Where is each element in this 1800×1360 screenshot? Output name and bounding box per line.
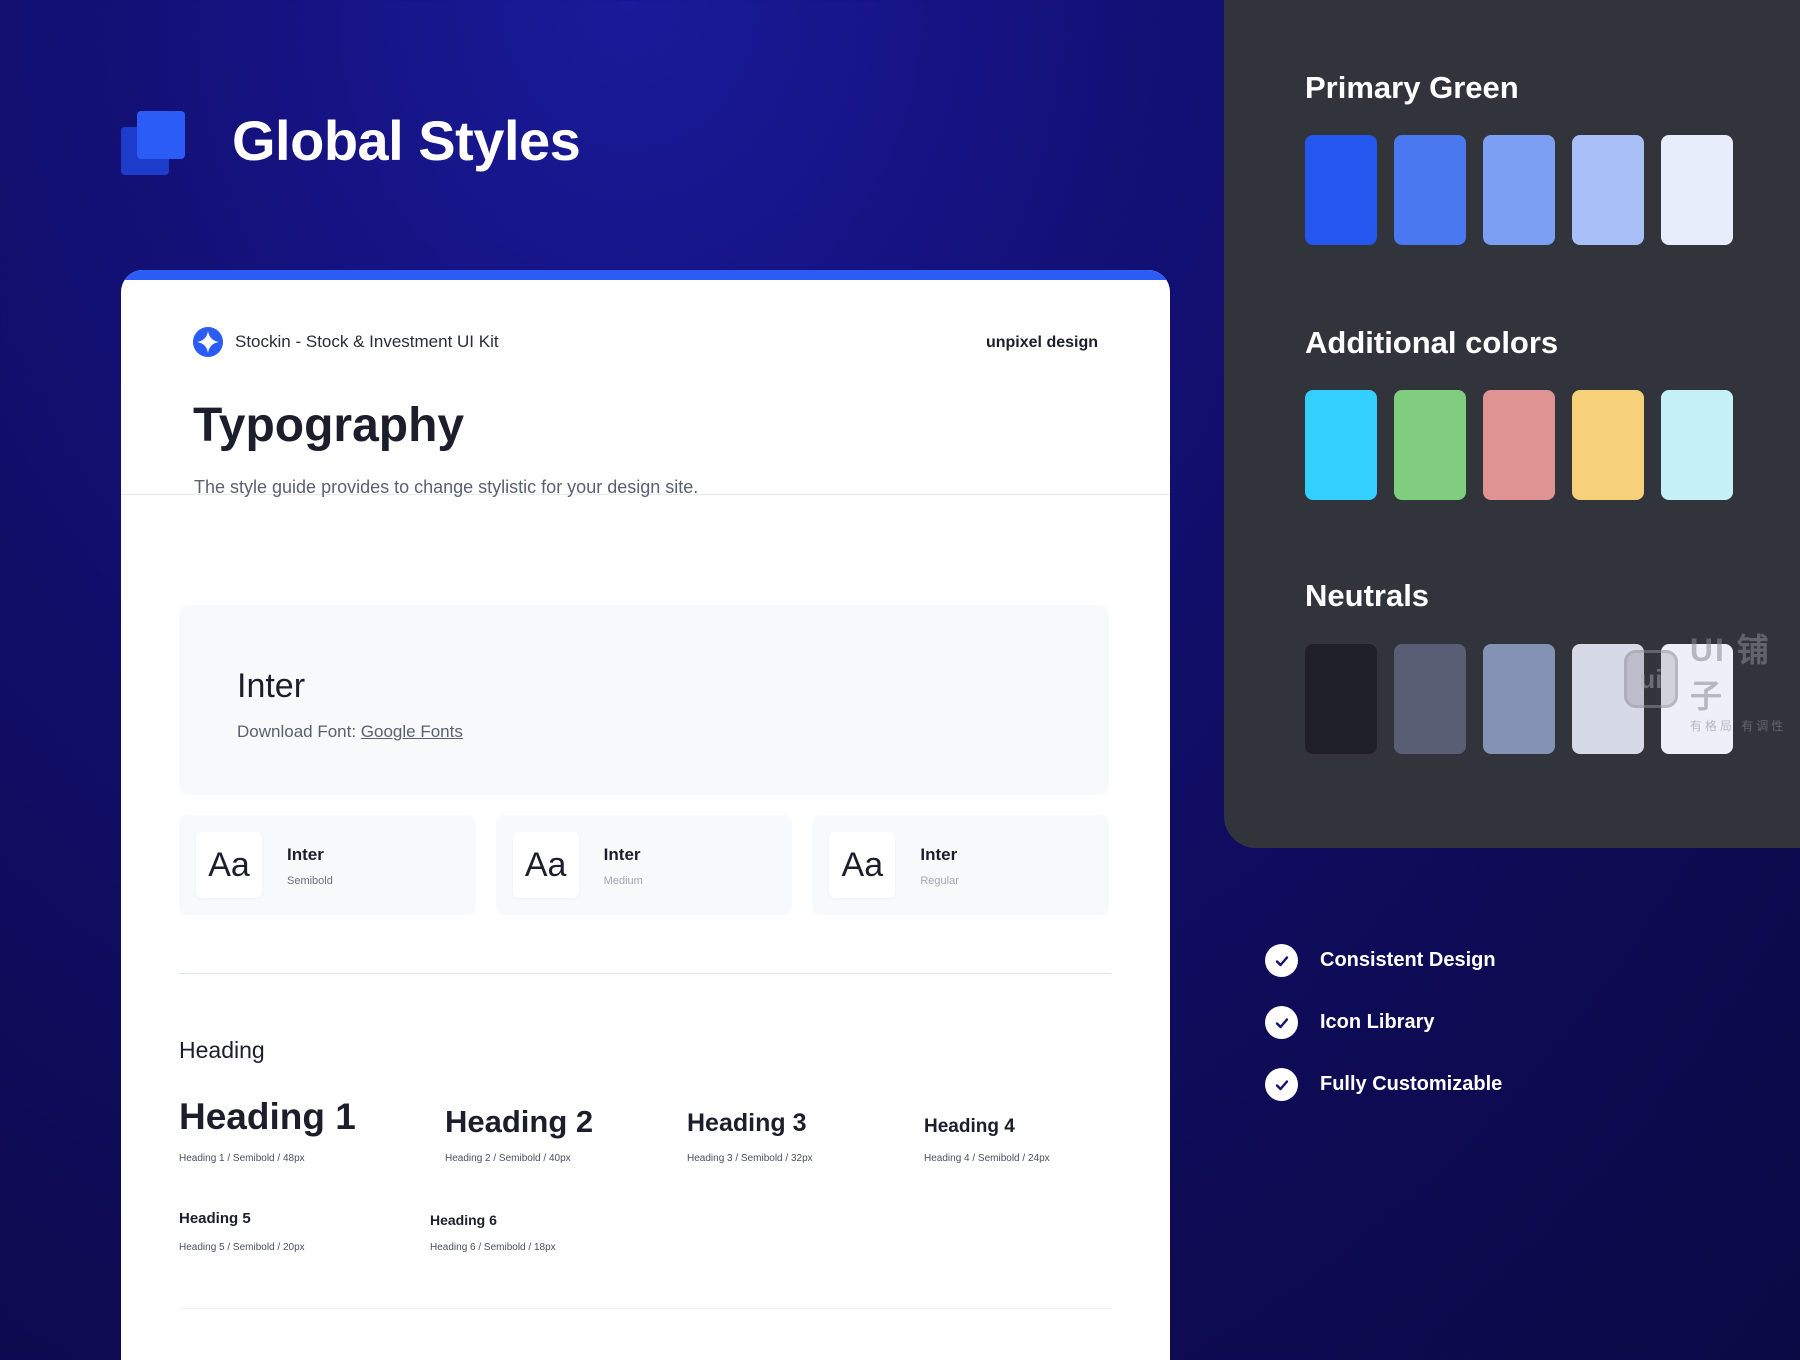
watermark-slogan: 有格局 有调性 xyxy=(1689,718,1787,733)
color-swatch[interactable] xyxy=(1305,644,1377,754)
heading-4-sample: Heading 4 xyxy=(924,1116,1015,1137)
check-icon xyxy=(1265,944,1298,977)
color-swatch[interactable] xyxy=(1483,644,1555,754)
font-download: Download Font: Google Fonts xyxy=(237,722,463,742)
color-swatch[interactable] xyxy=(1661,390,1733,500)
color-swatch[interactable] xyxy=(1394,644,1466,754)
color-swatch[interactable] xyxy=(1305,135,1377,245)
feature-item: Icon Library xyxy=(1265,1006,1502,1039)
heading-6-sample: Heading 6 xyxy=(430,1212,497,1228)
card-accent-bar xyxy=(121,270,1170,280)
color-swatch[interactable] xyxy=(1394,135,1466,245)
weight-font-name: Inter xyxy=(920,845,958,864)
typography-card: Stockin - Stock & Investment UI Kit unpi… xyxy=(121,270,1170,1360)
neutrals-title: Neutrals xyxy=(1305,578,1430,613)
color-swatch[interactable] xyxy=(1661,135,1733,245)
weight-style: Regular xyxy=(920,875,959,887)
additional-swatches xyxy=(1305,390,1733,500)
heading-1-caption: Heading 1 / Semibold / 48px xyxy=(179,1153,305,1164)
heading-4-caption: Heading 4 / Semibold / 24px xyxy=(924,1153,1050,1164)
font-sample: Aa xyxy=(829,832,896,898)
watermark-brand: UI 铺子 xyxy=(1689,631,1771,714)
weight-card-regular: Aa Inter Regular xyxy=(812,815,1110,915)
heading-2-caption: Heading 2 / Semibold / 40px xyxy=(445,1153,571,1164)
weight-font-name: Inter xyxy=(287,845,324,864)
additional-colors-title: Additional colors xyxy=(1305,325,1559,360)
color-swatch[interactable] xyxy=(1483,390,1555,500)
google-fonts-link[interactable]: Google Fonts xyxy=(361,722,463,741)
heading-3-caption: Heading 3 / Semibold / 32px xyxy=(687,1153,813,1164)
download-prefix: Download Font: xyxy=(237,722,361,741)
watermark-badge: ui xyxy=(1624,650,1678,708)
weight-font-name: Inter xyxy=(603,845,641,864)
color-swatch[interactable] xyxy=(1572,390,1644,500)
primary-swatches xyxy=(1305,135,1733,245)
font-sample: Aa xyxy=(512,832,579,898)
font-info-box: Inter Download Font: Google Fonts xyxy=(179,605,1109,795)
heading-6-caption: Heading 6 / Semibold / 18px xyxy=(430,1242,556,1253)
heading-section-label: Heading xyxy=(179,1037,265,1063)
heading-3-sample: Heading 3 xyxy=(687,1109,807,1137)
page-title: Global Styles xyxy=(232,109,581,172)
color-swatch[interactable] xyxy=(1483,135,1555,245)
company-name: unpixel design xyxy=(985,334,1098,351)
divider xyxy=(179,1308,1111,1309)
color-swatch[interactable] xyxy=(1305,390,1377,500)
section-title: Typography xyxy=(193,399,465,452)
check-icon xyxy=(1265,1068,1298,1101)
section-subtitle: The style guide provides to change styli… xyxy=(194,477,699,497)
feature-label: Consistent Design xyxy=(1320,949,1496,971)
card-header: Stockin - Stock & Investment UI Kit unpi… xyxy=(121,280,1170,497)
heading-1-sample: Heading 1 xyxy=(179,1096,356,1137)
app-logo xyxy=(121,111,185,175)
feature-label: Fully Customizable xyxy=(1320,1073,1503,1095)
logo-front-square xyxy=(137,111,185,159)
color-swatch[interactable] xyxy=(1572,135,1644,245)
font-name: Inter xyxy=(237,667,306,705)
brand: Stockin - Stock & Investment UI Kit xyxy=(193,327,499,357)
heading-5-caption: Heading 5 / Semibold / 20px xyxy=(179,1242,305,1253)
weight-card-medium: Aa Inter Medium xyxy=(495,815,793,915)
check-icon xyxy=(1265,1006,1298,1039)
color-swatch[interactable] xyxy=(1394,390,1466,500)
watermark-text: UI 铺子 有格局 有调性 xyxy=(1690,625,1800,734)
weight-style: Semibold xyxy=(287,875,333,887)
feature-list: Consistent Design Icon Library Fully Cus… xyxy=(1265,944,1502,1130)
divider xyxy=(179,973,1111,974)
heading-5-sample: Heading 5 xyxy=(179,1210,251,1227)
feature-label: Icon Library xyxy=(1320,1011,1435,1033)
brand-name: Stockin - Stock & Investment UI Kit xyxy=(235,332,499,351)
weight-card-semibold: Aa Inter Semibold xyxy=(179,815,476,915)
font-sample: Aa xyxy=(196,832,262,898)
weight-style: Medium xyxy=(603,875,643,887)
watermark: ui UI 铺子 有格局 有调性 xyxy=(1624,632,1800,733)
feature-item: Fully Customizable xyxy=(1265,1068,1502,1101)
font-weights: Aa Inter Semibold Aa Inter Medium Aa Int… xyxy=(179,815,1110,915)
stockin-logo-icon xyxy=(193,327,223,357)
feature-item: Consistent Design xyxy=(1265,944,1502,977)
heading-2-sample: Heading 2 xyxy=(445,1104,594,1139)
primary-colors-title: Primary Green xyxy=(1305,70,1519,105)
